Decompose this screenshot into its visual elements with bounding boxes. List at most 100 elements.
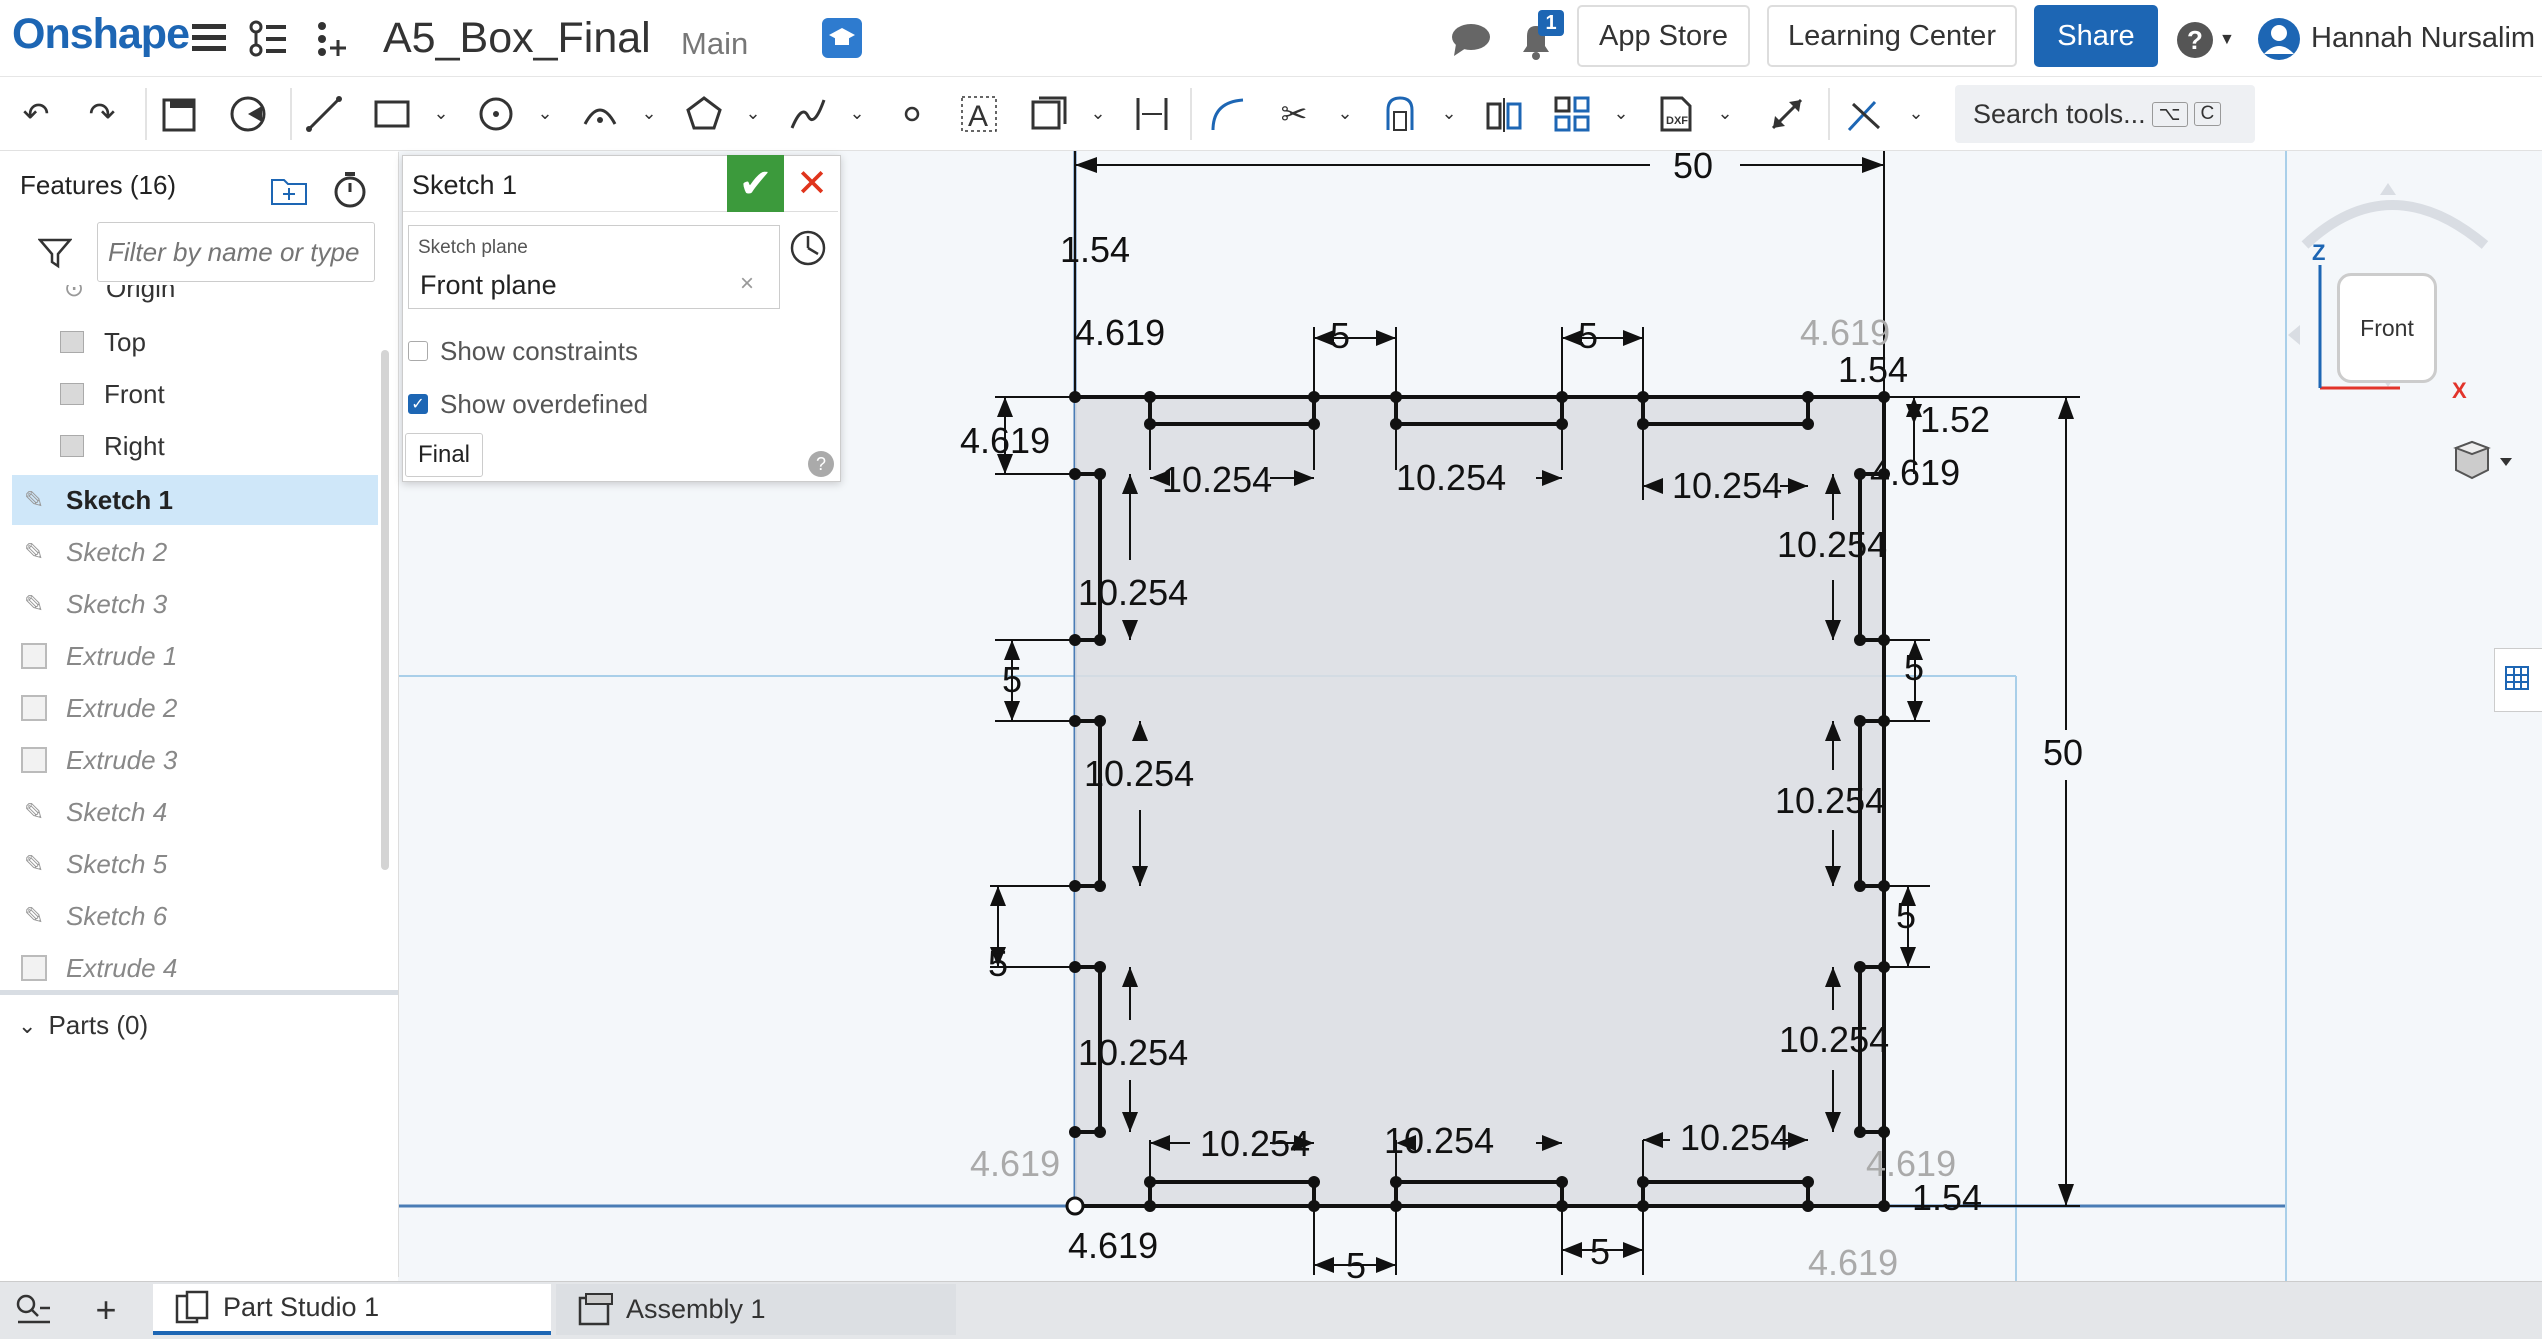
dim-10-254-right-c[interactable]: 10.254 <box>1779 1019 1889 1060</box>
point-tool-icon[interactable] <box>890 92 934 136</box>
dim-1-54-top[interactable]: 1.54 <box>1060 229 1130 270</box>
clear-x-icon[interactable]: × <box>740 270 754 298</box>
panel-divider[interactable] <box>0 990 398 995</box>
chevron-down-icon[interactable]: ⌄ <box>636 100 662 126</box>
use-sketch-icon[interactable] <box>226 92 270 136</box>
dim-5-right-a[interactable]: 5 <box>1904 647 1924 688</box>
cancel-x-icon[interactable]: ✕ <box>792 160 832 206</box>
dim-5-bottom-a[interactable]: 5 <box>1346 1245 1366 1281</box>
transform-tool-icon[interactable] <box>1765 92 1809 136</box>
dim-4-619-bottom[interactable]: 4.619 <box>1068 1225 1158 1266</box>
branch-label[interactable]: Main <box>681 26 748 62</box>
dim-overall-height[interactable]: 50 <box>2043 732 2083 773</box>
tree-item-right-plane[interactable]: Right <box>58 421 380 471</box>
dim-5-left-b[interactable]: 5 <box>988 943 1008 984</box>
tree-item-sketch-1[interactable]: ✎ Sketch 1 <box>12 475 378 525</box>
chevron-down-icon[interactable]: ⌄ <box>1712 100 1738 126</box>
tree-item-extrude-3[interactable]: Extrude 3 <box>12 735 378 785</box>
help-icon[interactable]: ? <box>808 451 834 477</box>
chevron-down-icon[interactable]: ⌄ <box>1332 100 1358 126</box>
dimension-tool-icon[interactable] <box>1130 92 1174 136</box>
dim-10-254-right-b[interactable]: 10.254 <box>1775 780 1885 821</box>
feature-filter-input[interactable] <box>97 222 375 282</box>
tree-item-sketch-4[interactable]: ✎ Sketch 4 <box>12 787 378 837</box>
view-normal-icon[interactable] <box>788 228 828 268</box>
chevron-down-icon[interactable]: ⌄ <box>1608 100 1634 126</box>
mirror-tool-icon[interactable] <box>1482 92 1526 136</box>
feature-tree-scrollbar[interactable] <box>381 350 389 870</box>
chevron-down-icon[interactable]: ⌄ <box>1903 100 1929 126</box>
show-constraints-checkbox[interactable]: Show constraints <box>408 333 808 369</box>
learning-center-button[interactable]: Learning Center <box>1767 5 2017 67</box>
trim-tool-icon[interactable]: ✂ <box>1272 92 1316 136</box>
dim-10-254-top-c[interactable]: 10.254 <box>1672 465 1782 506</box>
dim-10-254-bottom-a[interactable]: 10.254 <box>1200 1123 1310 1164</box>
tree-item-extrude-4[interactable]: Extrude 4 <box>12 943 378 985</box>
dim-10-254-top-b[interactable]: 10.254 <box>1396 457 1506 498</box>
dim-1-54-bottom[interactable]: 1.54 <box>1912 1177 1982 1218</box>
chevron-down-icon[interactable]: ⌄ <box>740 100 766 126</box>
user-avatar-icon[interactable] <box>2256 16 2302 62</box>
sketch-document-icon[interactable] <box>158 92 202 136</box>
sketch-dialog-title[interactable]: Sketch 1 <box>412 170 517 201</box>
chevron-down-icon[interactable]: ⌄ <box>1085 100 1111 126</box>
polygon-tool-icon[interactable] <box>682 92 726 136</box>
tree-item-sketch-6[interactable]: ✎ Sketch 6 <box>12 891 378 941</box>
app-store-button[interactable]: App Store <box>1577 5 1750 67</box>
offset-tool-icon[interactable] <box>1027 92 1071 136</box>
rollback-timer-icon[interactable] <box>330 170 370 210</box>
circle-tool-icon[interactable] <box>474 92 518 136</box>
final-button[interactable]: Final <box>405 433 483 477</box>
viewcube-front-face[interactable]: Front <box>2337 273 2437 383</box>
arc-tool-icon[interactable] <box>578 92 622 136</box>
user-name[interactable]: Hannah Nursalim <box>2311 22 2535 55</box>
tree-item-sketch-5[interactable]: ✎ Sketch 5 <box>12 839 378 889</box>
tree-item-sketch-2[interactable]: ✎ Sketch 2 <box>12 527 378 577</box>
dim-5-right-b[interactable]: 5 <box>1896 895 1916 936</box>
tab-search-icon[interactable] <box>14 1292 54 1328</box>
dxf-import-icon[interactable]: DXF <box>1654 92 1698 136</box>
chevron-down-icon[interactable]: ⌄ <box>532 100 558 126</box>
tree-item-sketch-3[interactable]: ✎ Sketch 3 <box>12 579 378 629</box>
search-tools-button[interactable]: Search tools... ⌥ C <box>1955 85 2255 143</box>
comments-icon[interactable] <box>1450 22 1492 58</box>
chevron-down-icon[interactable]: ⌄ <box>844 100 870 126</box>
tab-part-studio-1[interactable]: Part Studio 1 <box>153 1284 551 1335</box>
tab-assembly-1[interactable]: Assembly 1 <box>556 1284 956 1335</box>
use-edge-tool-icon[interactable] <box>1378 92 1422 136</box>
dim-4-619[interactable]: 4.619 <box>1075 312 1165 353</box>
redo-icon[interactable]: ↷ <box>80 92 124 136</box>
chevron-down-icon[interactable]: ⌄ <box>428 100 454 126</box>
menu-icon[interactable] <box>192 22 228 54</box>
dim-5-top-a[interactable]: 5 <box>1330 315 1350 356</box>
tree-item-top-plane[interactable]: Top <box>58 317 380 367</box>
view-options-cube-icon[interactable] <box>2448 440 2518 484</box>
show-overdefined-checkbox[interactable]: ✓ Show overdefined <box>408 386 808 422</box>
accept-check-icon[interactable]: ✔ <box>727 155 784 212</box>
rectangle-tool-icon[interactable] <box>370 92 414 136</box>
dim-1-54-right[interactable]: 1.54 <box>1838 349 1908 390</box>
tree-item-origin[interactable]: ⊙ Origin <box>60 285 380 313</box>
chevron-down-icon[interactable]: ⌄ <box>1436 100 1462 126</box>
parts-section-header[interactable]: ⌄ Parts (0) <box>18 1010 148 1041</box>
tree-item-front-plane[interactable]: Front <box>58 369 380 419</box>
onshape-logo[interactable]: Onshape <box>12 10 190 59</box>
fillet-tool-icon[interactable] <box>1205 92 1249 136</box>
dim-10-254-left-b[interactable]: 10.254 <box>1084 753 1194 794</box>
construction-tool-icon[interactable] <box>1843 92 1887 136</box>
dim-10-254-top-a[interactable]: 10.254 <box>1162 459 1272 500</box>
document-title[interactable]: A5_Box_Final <box>383 14 651 63</box>
tree-item-extrude-2[interactable]: Extrude 2 <box>12 683 378 733</box>
dim-10-254-bottom-b[interactable]: 10.254 <box>1384 1120 1494 1161</box>
learning-graduation-icon[interactable] <box>822 18 862 58</box>
appearance-panel-icon[interactable] <box>2494 648 2542 712</box>
add-folder-icon[interactable] <box>270 172 310 208</box>
dim-4-619-left[interactable]: 4.619 <box>960 420 1050 461</box>
dim-5-left-a[interactable]: 5 <box>1002 659 1022 700</box>
dim-4-619-right[interactable]: 4.619 <box>1870 452 1960 493</box>
share-button[interactable]: Share <box>2034 5 2158 67</box>
add-tab-icon[interactable]: + <box>88 1289 124 1330</box>
text-tool-icon[interactable]: A <box>957 92 1001 136</box>
help-menu-button[interactable]: ? ▼ <box>2177 20 2239 60</box>
dim-5-top-b[interactable]: 5 <box>1578 315 1598 356</box>
